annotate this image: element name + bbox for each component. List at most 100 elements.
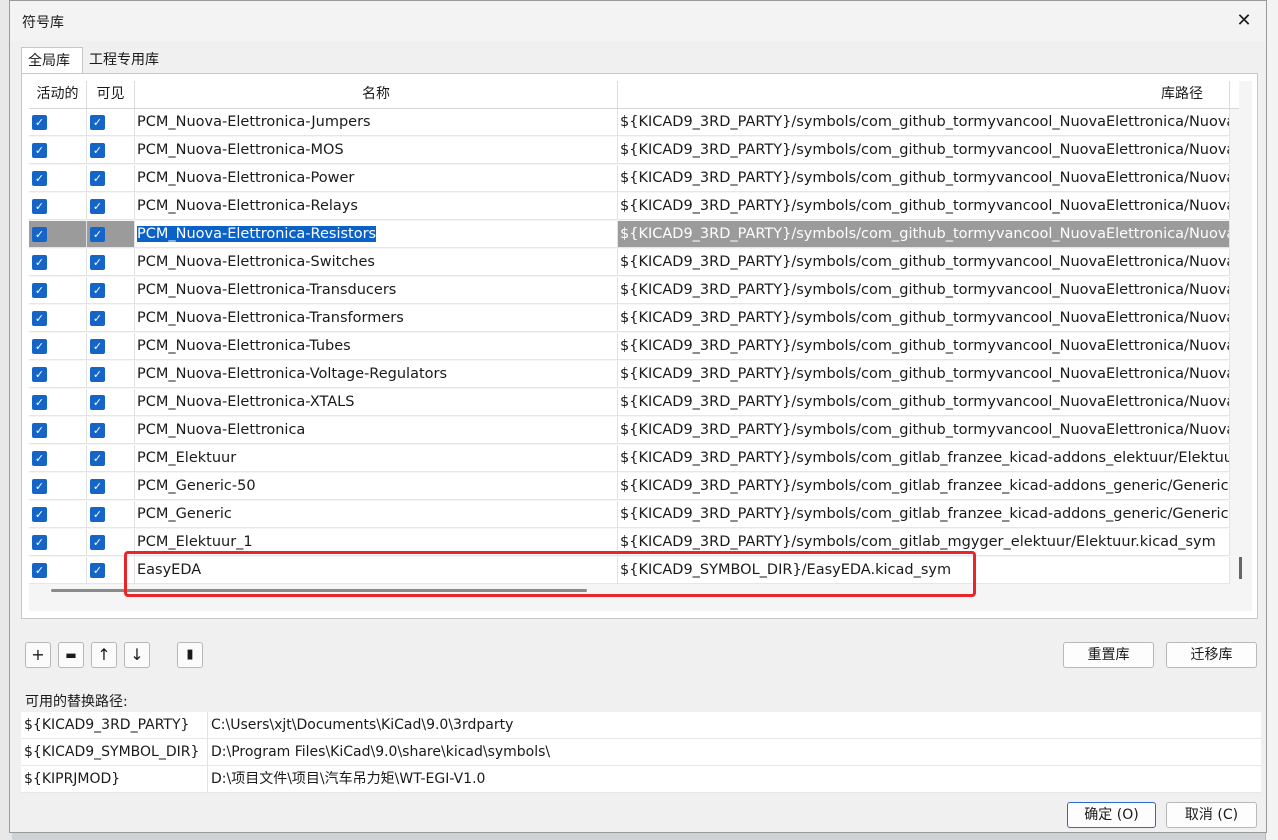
- library-name-cell[interactable]: PCM_Nuova-Elettronica-Tubes: [135, 333, 618, 360]
- library-name-cell[interactable]: PCM_Generic-50: [135, 473, 618, 500]
- close-icon[interactable]: ✕: [1232, 9, 1256, 33]
- library-path-cell[interactable]: ${KICAD9_SYMBOL_DIR}/EasyEDA.kicad_sym: [618, 557, 1230, 584]
- library-path-cell[interactable]: ${KICAD9_3RD_PARTY}/symbols/com_github_t…: [618, 361, 1230, 388]
- table-row[interactable]: ✓ ✓ PCM_Nuova-Elettronica-Power ${KICAD9_3R…: [29, 165, 1239, 193]
- active-checkbox[interactable]: ✓: [32, 115, 47, 130]
- visible-checkbox[interactable]: ✓: [90, 199, 105, 214]
- active-checkbox[interactable]: ✓: [32, 199, 47, 214]
- library-path-cell[interactable]: ${KICAD9_3RD_PARTY}/symbols/com_github_t…: [618, 249, 1230, 276]
- visible-checkbox[interactable]: ✓: [90, 395, 105, 410]
- add-library-button[interactable]: +: [25, 642, 51, 668]
- library-path-cell[interactable]: ${KICAD9_3RD_PARTY}/symbols/com_github_t…: [618, 389, 1230, 416]
- library-path-cell[interactable]: ${KICAD9_3RD_PARTY}/symbols/com_github_t…: [618, 165, 1230, 192]
- library-name-cell[interactable]: PCM_Nuova-Elettronica: [135, 417, 618, 444]
- column-header-active[interactable]: 活动的: [29, 81, 87, 108]
- library-path-cell[interactable]: ${KICAD9_3RD_PARTY}/symbols/com_github_t…: [618, 137, 1230, 164]
- visible-checkbox[interactable]: ✓: [90, 339, 105, 354]
- visible-checkbox[interactable]: ✓: [90, 563, 105, 578]
- library-path-cell[interactable]: ${KICAD9_3RD_PARTY}/symbols/com_github_t…: [618, 277, 1230, 304]
- table-row[interactable]: ✓ ✓ PCM_Generic ${KICAD9_3RD_PARTY}/symbols…: [29, 501, 1239, 529]
- library-name-cell[interactable]: PCM_Nuova-Elettronica-Transducers: [135, 277, 618, 304]
- visible-checkbox[interactable]: ✓: [90, 479, 105, 494]
- column-header-name[interactable]: 名称: [135, 81, 618, 108]
- library-path-cell[interactable]: ${KICAD9_3RD_PARTY}/symbols/com_gitlab_f…: [618, 445, 1230, 472]
- visible-checkbox[interactable]: ✓: [90, 227, 105, 242]
- active-checkbox[interactable]: ✓: [32, 339, 47, 354]
- cancel-button[interactable]: 取消 (C): [1166, 802, 1257, 828]
- active-checkbox[interactable]: ✓: [32, 143, 47, 158]
- library-path-cell[interactable]: ${KICAD9_3RD_PARTY}/symbols/com_gitlab_f…: [618, 501, 1230, 528]
- horizontal-scrollbar[interactable]: [51, 589, 587, 592]
- table-row[interactable]: ✓ ✓ PCM_Nuova-Elettronica-XTALS ${KICAD9_3R…: [29, 389, 1239, 417]
- library-name-cell[interactable]: PCM_Nuova-Elettronica-XTALS: [135, 389, 618, 416]
- library-path-cell[interactable]: ${KICAD9_3RD_PARTY}/symbols/com_github_t…: [618, 333, 1230, 360]
- library-name-cell[interactable]: PCM_Nuova-Elettronica-Relays: [135, 193, 618, 220]
- visible-checkbox[interactable]: ✓: [90, 311, 105, 326]
- reset-libraries-button[interactable]: 重置库: [1063, 642, 1154, 668]
- visible-checkbox[interactable]: ✓: [90, 507, 105, 522]
- visible-checkbox[interactable]: ✓: [90, 115, 105, 130]
- table-row[interactable]: ✓ ✓ PCM_Nuova-Elettronica-Tubes ${KICAD9_3R…: [29, 333, 1239, 361]
- library-name-cell[interactable]: PCM_Nuova-Elettronica-Voltage-Regulators: [135, 361, 618, 388]
- visible-checkbox[interactable]: ✓: [90, 283, 105, 298]
- active-checkbox[interactable]: ✓: [32, 423, 47, 438]
- library-name-cell[interactable]: PCM_Generic: [135, 501, 618, 528]
- ok-button[interactable]: 确定 (O): [1067, 802, 1156, 828]
- table-row[interactable]: ✓ ✓ EasyEDA ${KICAD9_SYMBOL_DIR}/EasyEDA.ki…: [29, 557, 1239, 585]
- library-name-cell[interactable]: PCM_Nuova-Elettronica-Power: [135, 165, 618, 192]
- library-name-cell[interactable]: PCM_Elektuur: [135, 445, 618, 472]
- table-row[interactable]: ✓ ✓ PCM_Nuova-Elettronica ${KICAD9_3RD_PART…: [29, 417, 1239, 445]
- active-checkbox[interactable]: ✓: [32, 451, 47, 466]
- visible-checkbox[interactable]: ✓: [90, 423, 105, 438]
- library-path-cell[interactable]: ${KICAD9_3RD_PARTY}/symbols/com_gitlab_m…: [618, 529, 1230, 556]
- active-checkbox[interactable]: ✓: [32, 395, 47, 410]
- library-name-cell[interactable]: PCM_Nuova-Elettronica-Jumpers: [135, 109, 618, 136]
- visible-checkbox[interactable]: ✓: [90, 535, 105, 550]
- active-checkbox[interactable]: ✓: [32, 563, 47, 578]
- library-path-cell[interactable]: ${KICAD9_3RD_PARTY}/symbols/com_github_t…: [618, 305, 1230, 332]
- table-row[interactable]: ✓ ✓ PCM_Nuova-Elettronica-Voltage-Regulato…: [29, 361, 1239, 389]
- vertical-scrollbar[interactable]: [1239, 557, 1242, 579]
- library-path-cell[interactable]: ${KICAD9_3RD_PARTY}/symbols/com_github_t…: [618, 221, 1230, 248]
- active-checkbox[interactable]: ✓: [32, 171, 47, 186]
- library-path-cell[interactable]: ${KICAD9_3RD_PARTY}/symbols/com_github_t…: [618, 417, 1230, 444]
- visible-checkbox[interactable]: ✓: [90, 451, 105, 466]
- library-name-cell[interactable]: EasyEDA: [135, 557, 618, 584]
- column-header-path[interactable]: 库路径: [618, 81, 1230, 108]
- library-name-cell[interactable]: PCM_Nuova-Elettronica-MOS: [135, 137, 618, 164]
- library-name-cell[interactable]: PCM_Elektuur_1: [135, 529, 618, 556]
- delete-library-button[interactable]: ▮: [177, 642, 203, 668]
- table-row[interactable]: ✓ ✓ PCM_Generic-50 ${KICAD9_3RD_PARTY}/symb…: [29, 473, 1239, 501]
- migrate-libraries-button[interactable]: 迁移库: [1166, 642, 1257, 668]
- table-row[interactable]: ✓ ✓ PCM_Nuova-Elettronica-Relays ${KICAD9_3…: [29, 193, 1239, 221]
- table-row[interactable]: ✓ ✓ PCM_Elektuur_1 ${KICAD9_3RD_PARTY}/symb…: [29, 529, 1239, 557]
- visible-checkbox[interactable]: ✓: [90, 367, 105, 382]
- library-path-cell[interactable]: ${KICAD9_3RD_PARTY}/symbols/com_github_t…: [618, 109, 1230, 136]
- table-row[interactable]: ✓ ✓ PCM_Elektuur ${KICAD9_3RD_PARTY}/symbol…: [29, 445, 1239, 473]
- active-checkbox[interactable]: ✓: [32, 507, 47, 522]
- tab-project-libraries[interactable]: 工程专用库: [83, 47, 183, 73]
- visible-checkbox[interactable]: ✓: [90, 171, 105, 186]
- active-checkbox[interactable]: ✓: [32, 255, 47, 270]
- active-checkbox[interactable]: ✓: [32, 535, 47, 550]
- move-up-button[interactable]: ↑: [91, 642, 117, 668]
- library-name-cell[interactable]: PCM_Nuova-Elettronica-Transformers: [135, 305, 618, 332]
- table-row[interactable]: ✓ ✓ PCM_Nuova-Elettronica-Switches ${KICAD9…: [29, 249, 1239, 277]
- visible-checkbox[interactable]: ✓: [90, 143, 105, 158]
- table-row[interactable]: ✓ ✓ PCM_Nuova-Elettronica-Resistors ${KICAD…: [29, 221, 1239, 249]
- visible-checkbox[interactable]: ✓: [90, 255, 105, 270]
- table-row[interactable]: ✓ ✓ PCM_Nuova-Elettronica-MOS ${KICAD9_3RD_…: [29, 137, 1239, 165]
- active-checkbox[interactable]: ✓: [32, 283, 47, 298]
- library-name-cell[interactable]: PCM_Nuova-Elettronica-Resistors: [135, 221, 618, 248]
- library-name-cell[interactable]: PCM_Nuova-Elettronica-Switches: [135, 249, 618, 276]
- active-checkbox[interactable]: ✓: [32, 311, 47, 326]
- table-row[interactable]: ✓ ✓ PCM_Nuova-Elettronica-Transducers ${KIC…: [29, 277, 1239, 305]
- move-down-button[interactable]: ↓: [124, 642, 150, 668]
- tab-global-libraries[interactable]: 全局库: [21, 47, 83, 73]
- active-checkbox[interactable]: ✓: [32, 367, 47, 382]
- active-checkbox[interactable]: ✓: [32, 227, 47, 242]
- library-path-cell[interactable]: ${KICAD9_3RD_PARTY}/symbols/com_github_t…: [618, 193, 1230, 220]
- column-header-visible[interactable]: 可见: [87, 81, 135, 108]
- browse-library-button[interactable]: ▬: [58, 642, 84, 668]
- active-checkbox[interactable]: ✓: [32, 479, 47, 494]
